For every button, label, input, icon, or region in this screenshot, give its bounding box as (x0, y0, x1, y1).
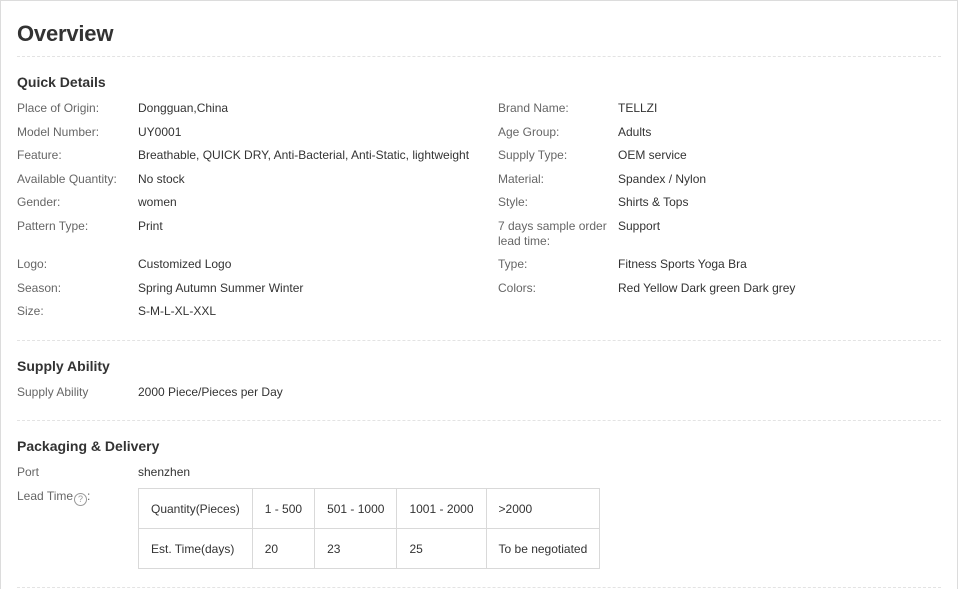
supply-type-value: OEM service (618, 148, 687, 162)
table-cell: 501 - 1000 (314, 488, 398, 529)
brand-name-value: TELLZI (618, 101, 658, 115)
size-label: Size: (17, 304, 44, 318)
material-label: Material: (498, 172, 545, 186)
place-of-origin-value: Dongguan,China (138, 101, 229, 115)
style-value: Shirts & Tops (618, 195, 689, 209)
age-group-label: Age Group: (498, 125, 560, 139)
sample-order-value: Support (618, 219, 661, 233)
colors-value: Red Yellow Dark green Dark grey (618, 281, 796, 295)
type-value: Fitness Sports Yoga Bra (618, 257, 747, 271)
table-cell: Quantity(Pieces) (138, 488, 253, 529)
available-quantity-value: No stock (138, 172, 185, 186)
pattern-type-label: Pattern Type: (17, 219, 89, 233)
divider (17, 340, 941, 341)
season-label: Season: (17, 281, 62, 295)
table-cell: 25 (396, 528, 487, 569)
logo-label: Logo: (17, 257, 48, 271)
divider (17, 587, 941, 588)
table-cell: 23 (314, 528, 398, 569)
lead-time-table: Quantity(Pieces) 1 - 500 501 - 1000 1001… (138, 488, 601, 569)
brand-name-label: Brand Name: (498, 101, 569, 115)
available-quantity-label: Available Quantity: (17, 172, 117, 186)
feature-label: Feature: (17, 148, 62, 162)
table-cell: 1 - 500 (251, 488, 316, 529)
overview-panel: Overview Quick Details Place of Origin: … (0, 0, 958, 589)
pattern-type-value: Print (138, 219, 163, 233)
colors-label: Colors: (498, 281, 537, 295)
sample-order-label-line1: 7 days sample order (498, 219, 607, 233)
sample-order-label: 7 days sample order lead time: (498, 219, 607, 249)
page-title: Overview (17, 21, 114, 46)
supply-ability-heading: Supply Ability (17, 358, 110, 374)
divider (17, 56, 941, 57)
lead-time-colon: : (87, 489, 91, 503)
port-value: shenzhen (138, 465, 191, 479)
table-cell: Est. Time(days) (138, 528, 253, 569)
quick-details-heading: Quick Details (17, 74, 106, 90)
gender-value: women (138, 195, 177, 209)
type-label: Type: (498, 257, 528, 271)
lead-time-label-text: Lead Time (17, 489, 74, 503)
feature-value: Breathable, QUICK DRY, Anti-Bacterial, A… (138, 148, 470, 162)
season-value: Spring Autumn Summer Winter (138, 281, 304, 295)
table-row: Est. Time(days) 20 23 25 To be negotiate… (138, 528, 601, 569)
table-cell: 20 (251, 528, 316, 569)
place-of-origin-label: Place of Origin: (17, 101, 100, 115)
table-cell: 1001 - 2000 (396, 488, 487, 529)
gender-label: Gender: (17, 195, 61, 209)
lead-time-label: Lead Time?: (17, 489, 90, 506)
supply-type-label: Supply Type: (498, 148, 568, 162)
table-cell: >2000 (485, 488, 601, 529)
size-value: S-M-L-XL-XXL (138, 304, 217, 318)
age-group-value: Adults (618, 125, 652, 139)
table-row: Quantity(Pieces) 1 - 500 501 - 1000 1001… (138, 488, 601, 529)
model-number-label: Model Number: (17, 125, 100, 139)
logo-value: Customized Logo (138, 257, 232, 271)
material-value: Spandex / Nylon (618, 172, 707, 186)
supply-ability-value: 2000 Piece/Pieces per Day (138, 385, 283, 399)
sample-order-label-line2: lead time: (498, 234, 551, 248)
style-label: Style: (498, 195, 529, 209)
supply-ability-label: Supply Ability (17, 385, 89, 399)
model-number-value: UY0001 (138, 125, 182, 139)
table-cell: To be negotiated (485, 528, 601, 569)
divider (17, 420, 941, 421)
port-label: Port (17, 465, 40, 479)
packaging-delivery-heading: Packaging & Delivery (17, 438, 160, 454)
help-icon[interactable]: ? (74, 493, 88, 506)
